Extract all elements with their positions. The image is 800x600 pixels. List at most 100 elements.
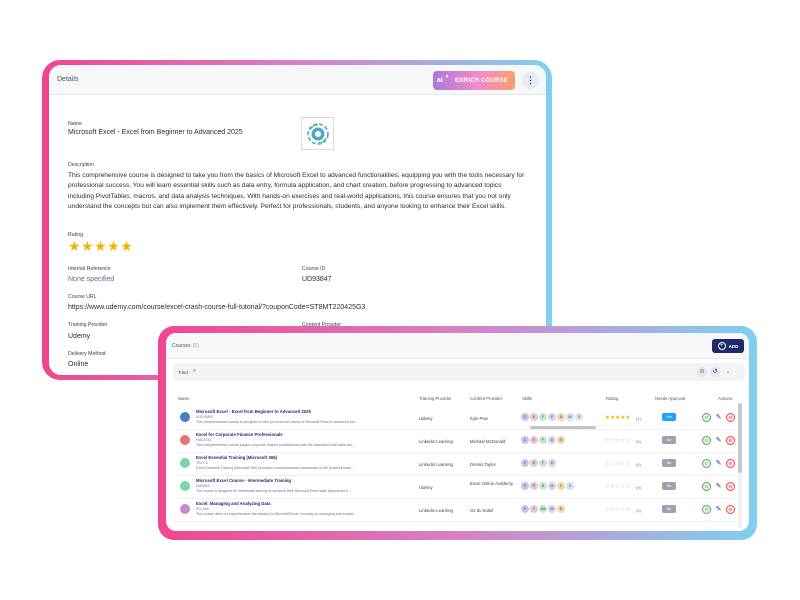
name-label: Name: [68, 121, 82, 127]
delivery-method-value: Online: [68, 361, 89, 368]
enrich-course-button[interactable]: ai ✦ ENRICH COURSE: [433, 71, 515, 90]
edit-icon[interactable]: ✎: [714, 459, 723, 468]
course-icon: [180, 435, 190, 445]
column-needs-approval[interactable]: Needs Approval: [655, 396, 685, 401]
skill-chip[interactable]: F: [521, 482, 529, 490]
course-name[interactable]: Excel for Corporate Finance Professional…: [196, 432, 283, 437]
training-provider-label: Training Provider: [68, 322, 108, 328]
skill-chip[interactable]: P: [521, 505, 529, 513]
training-provider-cell: Udemy: [419, 416, 433, 421]
edit-icon[interactable]: ✎: [714, 436, 723, 445]
skill-chip[interactable]: P: [548, 413, 556, 421]
rating-stars: ☆☆☆☆☆: [605, 484, 631, 490]
kebab-icon[interactable]: ⋮: [522, 72, 539, 89]
filter-bar[interactable]: Find ⌕ ⊘ ↺ ⌄: [173, 363, 745, 381]
delete-icon[interactable]: ⊖: [726, 482, 735, 491]
skill-chip[interactable]: E: [530, 436, 538, 444]
table-row[interactable]: Microsoft Excel - Excel from Beginner to…: [175, 407, 735, 430]
skills-scrollbar[interactable]: [530, 426, 596, 429]
skill-chip[interactable]: M: [548, 482, 556, 490]
skill-chip[interactable]: D: [539, 482, 547, 490]
internal-reference-label: Internal Reference: [68, 266, 111, 272]
delete-icon[interactable]: ⊖: [726, 459, 735, 468]
column-rating[interactable]: Rating: [606, 396, 618, 401]
skill-chip[interactable]: DA: [539, 505, 547, 513]
filter-clear-icon[interactable]: ⊘: [697, 367, 707, 377]
edit-icon[interactable]: ✎: [714, 413, 723, 422]
training-provider-cell: Linkedin Learning: [419, 439, 453, 444]
delivery-method-label: Delivery Method: [68, 351, 106, 357]
training-provider-cell: Udemy: [419, 485, 433, 490]
course-name[interactable]: Microsoft Excel Course - Intermediate Tr…: [196, 478, 291, 483]
column-content-provider[interactable]: Content Provider: [470, 396, 502, 401]
course-name[interactable]: Microsoft Excel - Excel from Beginner to…: [196, 409, 311, 414]
view-icon[interactable]: ⊙: [702, 436, 711, 445]
skill-chip[interactable]: C: [557, 482, 565, 490]
column-name[interactable]: Name: [178, 396, 189, 401]
course-code: PLL2A0: [196, 507, 209, 511]
edit-icon[interactable]: ✎: [714, 482, 723, 491]
course-name[interactable]: Excel Essential Training (Microsoft 365): [196, 455, 277, 460]
skill-chip[interactable]: C: [521, 459, 529, 467]
skill-chip[interactable]: C: [521, 436, 529, 444]
table-row[interactable]: Excel: Managing and Analyzing Data PLL2A0…: [175, 499, 735, 522]
skill-chip[interactable]: M: [548, 505, 556, 513]
plus-icon: +: [717, 342, 726, 350]
skill-chip[interactable]: S: [575, 413, 583, 421]
skill-chip[interactable]: D: [548, 459, 556, 467]
skill-chip[interactable]: V: [566, 482, 574, 490]
skill-chip[interactable]: C: [521, 413, 529, 421]
course-description: This comprehensive course equips corpora…: [196, 443, 356, 447]
rating-stars: ★★★★★: [605, 415, 631, 421]
rating-count: (1): [636, 416, 641, 421]
skill-chip[interactable]: F: [539, 413, 547, 421]
table-row[interactable]: Microsoft Excel Course - Intermediate Tr…: [175, 476, 735, 499]
skill-chip[interactable]: E: [530, 459, 538, 467]
skill-chip[interactable]: D: [548, 436, 556, 444]
courses-count: (5): [192, 343, 199, 349]
search-icon[interactable]: ⌕: [193, 368, 196, 375]
skill-chip[interactable]: F: [539, 436, 547, 444]
table-row[interactable]: Excel for Corporate Finance Professional…: [175, 430, 735, 453]
view-icon[interactable]: ⊙: [702, 505, 711, 514]
rating-count: (0): [636, 462, 641, 467]
skills-list: CEFD: [521, 459, 556, 467]
description-label: Description: [68, 162, 94, 168]
skill-chip[interactable]: F: [539, 459, 547, 467]
history-icon[interactable]: ↺: [710, 367, 720, 377]
delete-icon[interactable]: ⊖: [726, 436, 735, 445]
course-url-label: Course URL: [68, 294, 97, 300]
description-value: This comprehensive course is designed to…: [68, 172, 525, 211]
skill-chip[interactable]: P: [530, 482, 538, 490]
course-code: TEL7-0: [196, 461, 208, 465]
course-url-value[interactable]: https://www.udemy.com/course/excel-crash…: [68, 304, 365, 311]
rating-stars: ☆☆☆☆☆: [605, 438, 631, 444]
view-icon[interactable]: ⊙: [702, 459, 711, 468]
skill-chip[interactable]: M: [557, 436, 565, 444]
needs-approval-badge: No: [662, 459, 676, 467]
course-code: HUL8733: [196, 438, 212, 442]
find-label: Find: [179, 370, 188, 375]
skill-chip[interactable]: E: [530, 413, 538, 421]
column-skills[interactable]: Skills: [522, 396, 532, 401]
details-header: Details ai ✦ ENRICH COURSE ⋮: [49, 65, 546, 95]
table-row[interactable]: Excel Essential Training (Microsoft 365)…: [175, 453, 735, 476]
skill-chip[interactable]: M: [566, 413, 574, 421]
course-code: AUD93847: [196, 415, 214, 419]
column-training-provider[interactable]: Training Provider: [419, 396, 452, 401]
skill-chip[interactable]: D: [557, 413, 565, 421]
course-name[interactable]: Excel: Managing and Analyzing Data: [196, 501, 271, 506]
add-label: ADD: [728, 343, 739, 349]
scrollbar-thumb[interactable]: [738, 403, 742, 473]
delete-icon[interactable]: ⊖: [726, 505, 735, 514]
view-icon[interactable]: ⊙: [702, 413, 711, 422]
edit-icon[interactable]: ✎: [714, 505, 723, 514]
skills-list: CEFPDMS: [521, 413, 583, 421]
skill-chip[interactable]: F: [530, 505, 538, 513]
ai-sparkle-icon: ai ✦: [437, 73, 450, 84]
view-icon[interactable]: ⊙: [702, 482, 711, 491]
skill-chip[interactable]: D: [557, 505, 565, 513]
delete-icon[interactable]: ⊖: [726, 413, 735, 422]
add-course-button[interactable]: + ADD: [712, 339, 744, 353]
chevron-down-icon[interactable]: ⌄: [723, 367, 733, 377]
